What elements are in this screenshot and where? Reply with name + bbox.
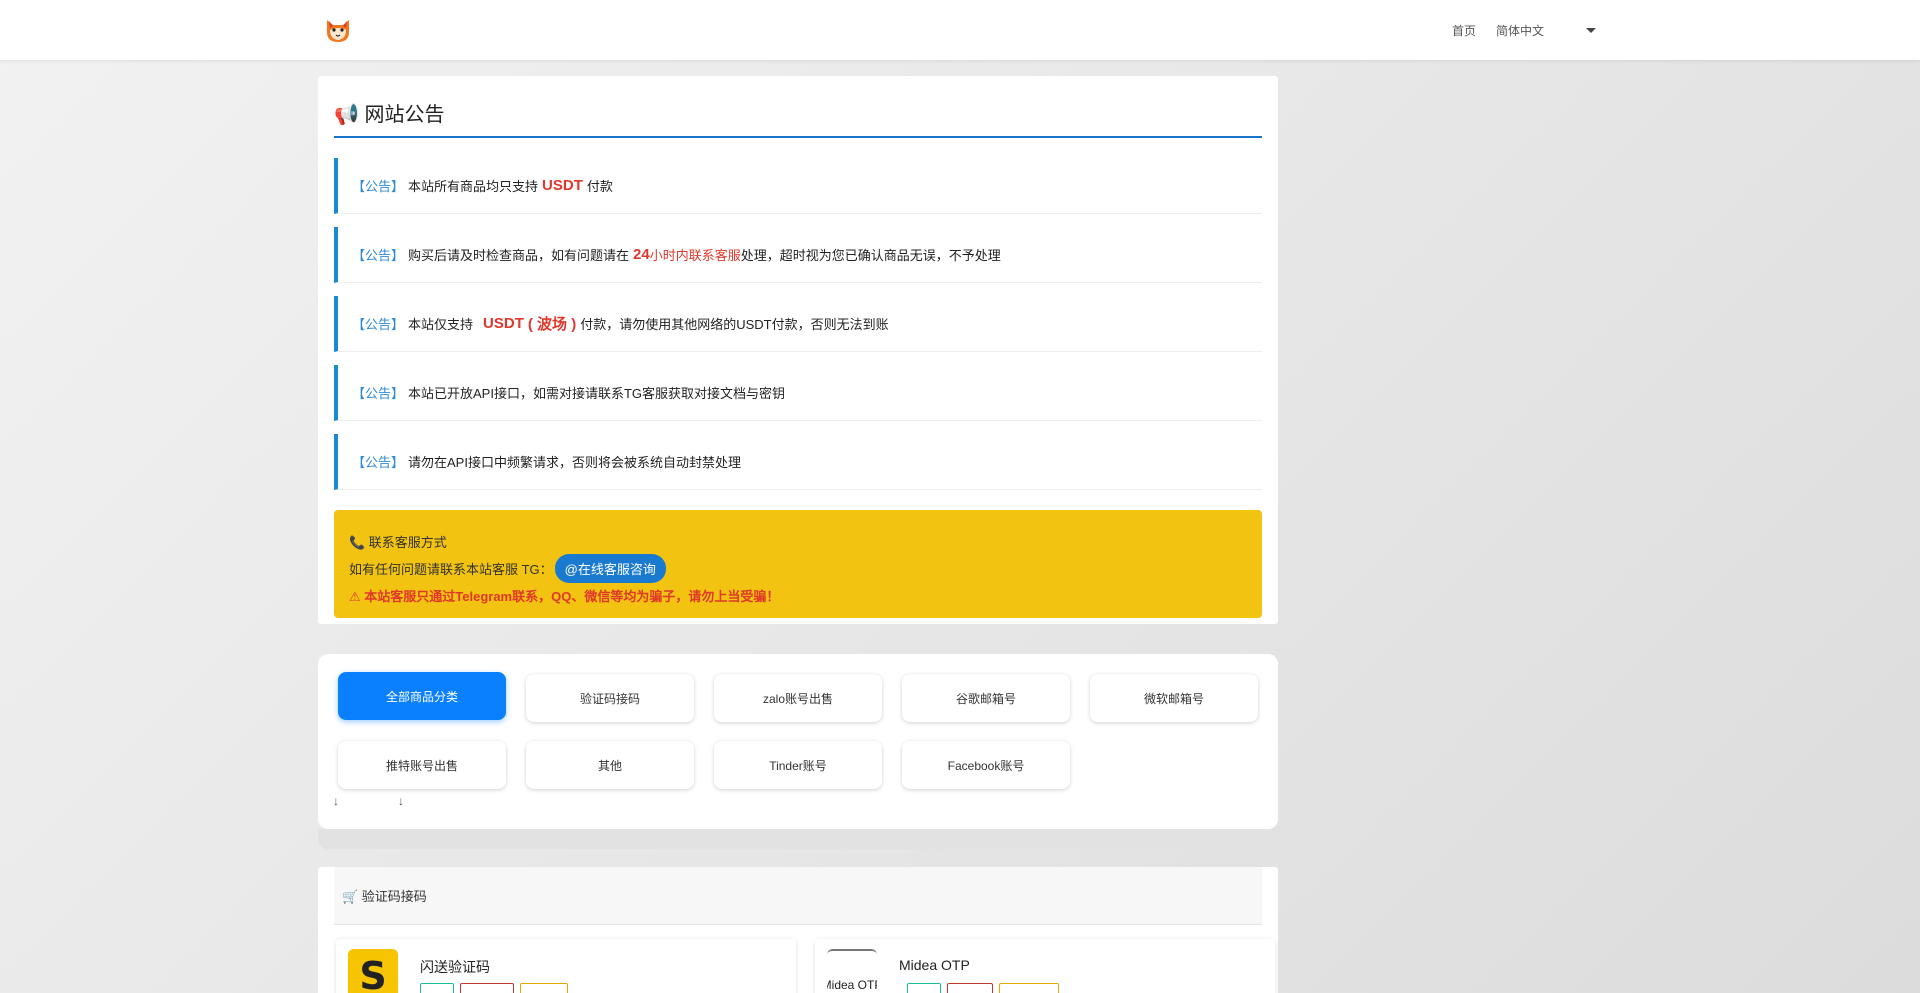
notice-item-5: 【公告】 请勿在API接口中频繁请求，否则将会被系统自动封禁处理 (334, 434, 1262, 490)
notice-tag: 【公告】 (352, 386, 405, 401)
notice-highlight-text: 小时内联系客服 (649, 248, 741, 263)
top-navbar: 首页 简体中文 (0, 0, 1920, 60)
product-thumbnail: S (348, 949, 398, 993)
notice-item-3: 【公告】 本站仅支持 USDT ( 波场 ) 付款，请勿使用其他网络的USDT付… (334, 296, 1262, 352)
product-card: 🛒 验证码接码 S 闪送验证码 Midea OTP Midea OTP (318, 867, 1278, 993)
nav-home-link[interactable]: 首页 (1452, 22, 1476, 39)
product-badge (520, 983, 568, 993)
category-all-button[interactable]: 全部商品分类 (338, 672, 506, 720)
notice-tag: 【公告】 (352, 317, 405, 332)
caret-down-icon[interactable] (1586, 28, 1596, 33)
category-card: 全部商品分类 验证码接码 zalo账号出售 谷歌邮箱号 微软邮箱号 推特账号出售… (318, 654, 1278, 829)
notice-text: 处理，超时视为您已确认商品无误，不予处理 (740, 248, 1001, 263)
product-item[interactable]: S 闪送验证码 (336, 939, 796, 993)
notice-tag: 【公告】 (352, 248, 405, 263)
category-button[interactable]: Facebook账号 (902, 741, 1070, 789)
notice-tag: 【公告】 (352, 179, 405, 194)
notice-text: 购买后请及时检查商品，如有问题请在 (408, 248, 630, 263)
notice-highlight: 24 (633, 246, 650, 263)
notice-text: 请勿在API接口中频繁请求，否则将会被系统自动封禁处理 (408, 455, 741, 470)
product-badge (907, 983, 941, 993)
product-name[interactable]: Midea OTP (899, 957, 970, 973)
category-button[interactable]: zalo账号出售 (714, 674, 882, 722)
product-badge (460, 983, 514, 993)
arrow-down-icon: ↓ (398, 794, 404, 808)
category-button[interactable]: 微软邮箱号 (1090, 674, 1258, 722)
notice-item-2: 【公告】 购买后请及时检查商品，如有问题请在 24 小时内联系客服 处理，超时视… (334, 227, 1262, 283)
contact-warning: ⚠ 本站客服只通过Telegram联系，QQ、微信等均为骗子，请勿上当受骗！ (349, 589, 780, 604)
svg-text:Midea OTP: Midea OTP (827, 978, 877, 992)
product-section-header: 🛒 验证码接码 (334, 867, 1262, 925)
announcement-card: 📢 网站公告 【公告】 本站所有商品均只支持 USDT 付款 【公告】 购买后请… (318, 76, 1278, 624)
product-name[interactable]: 闪送验证码 (420, 957, 490, 977)
product-thumbnail: Midea OTP (827, 949, 877, 993)
category-button[interactable]: 谷歌邮箱号 (902, 674, 1070, 722)
language-selector[interactable]: 简体中文 (1496, 22, 1544, 39)
notice-text: 本站仅支持 (408, 317, 474, 332)
category-button[interactable]: 推特账号出售 (338, 741, 506, 789)
notice-text: 本站已开放API接口，如需对接请联系TG客服获取对接文档与密钥 (408, 386, 786, 401)
product-item[interactable]: Midea OTP Midea OTP (815, 939, 1275, 993)
notice-text: 本站所有商品均只支持 (408, 179, 539, 194)
category-button[interactable]: Tinder账号 (714, 741, 882, 789)
shiba-logo-icon[interactable] (324, 16, 352, 44)
contact-text: 如有任何问题请联系本站客服 TG： (349, 562, 553, 577)
telegram-contact-link[interactable]: @在线客服咨询 (554, 554, 666, 583)
svg-text:S: S (359, 954, 386, 993)
category-card-shadow (318, 829, 1278, 849)
notice-text: 付款，请勿使用其他网络的USDT付款，否则无法到账 (580, 317, 889, 332)
arrow-down-icon: ↓ (333, 794, 339, 808)
announcement-title: 📢 网站公告 (334, 98, 1262, 138)
contact-box: 📞 联系客服方式 如有任何问题请联系本站客服 TG： @在线客服咨询 ⚠ 本站客… (334, 510, 1262, 618)
contact-title: 📞 联系客服方式 (349, 535, 447, 550)
category-button[interactable]: 验证码接码 (526, 674, 694, 722)
product-badge (947, 983, 993, 993)
notice-highlight: USDT (483, 315, 524, 332)
notice-item-1: 【公告】 本站所有商品均只支持 USDT 付款 (334, 158, 1262, 214)
notice-highlight-network: ( 波场 ) (527, 316, 577, 333)
notice-highlight: USDT (542, 177, 583, 194)
notice-tag: 【公告】 (352, 455, 405, 470)
notice-text: 付款 (586, 179, 613, 194)
product-badge (420, 983, 454, 993)
category-button[interactable]: 其他 (526, 741, 694, 789)
notice-item-4: 【公告】 本站已开放API接口，如需对接请联系TG客服获取对接文档与密钥 (334, 365, 1262, 421)
contact-line: 如有任何问题请联系本站客服 TG： @在线客服咨询 (349, 554, 1247, 583)
product-badge (999, 983, 1059, 993)
